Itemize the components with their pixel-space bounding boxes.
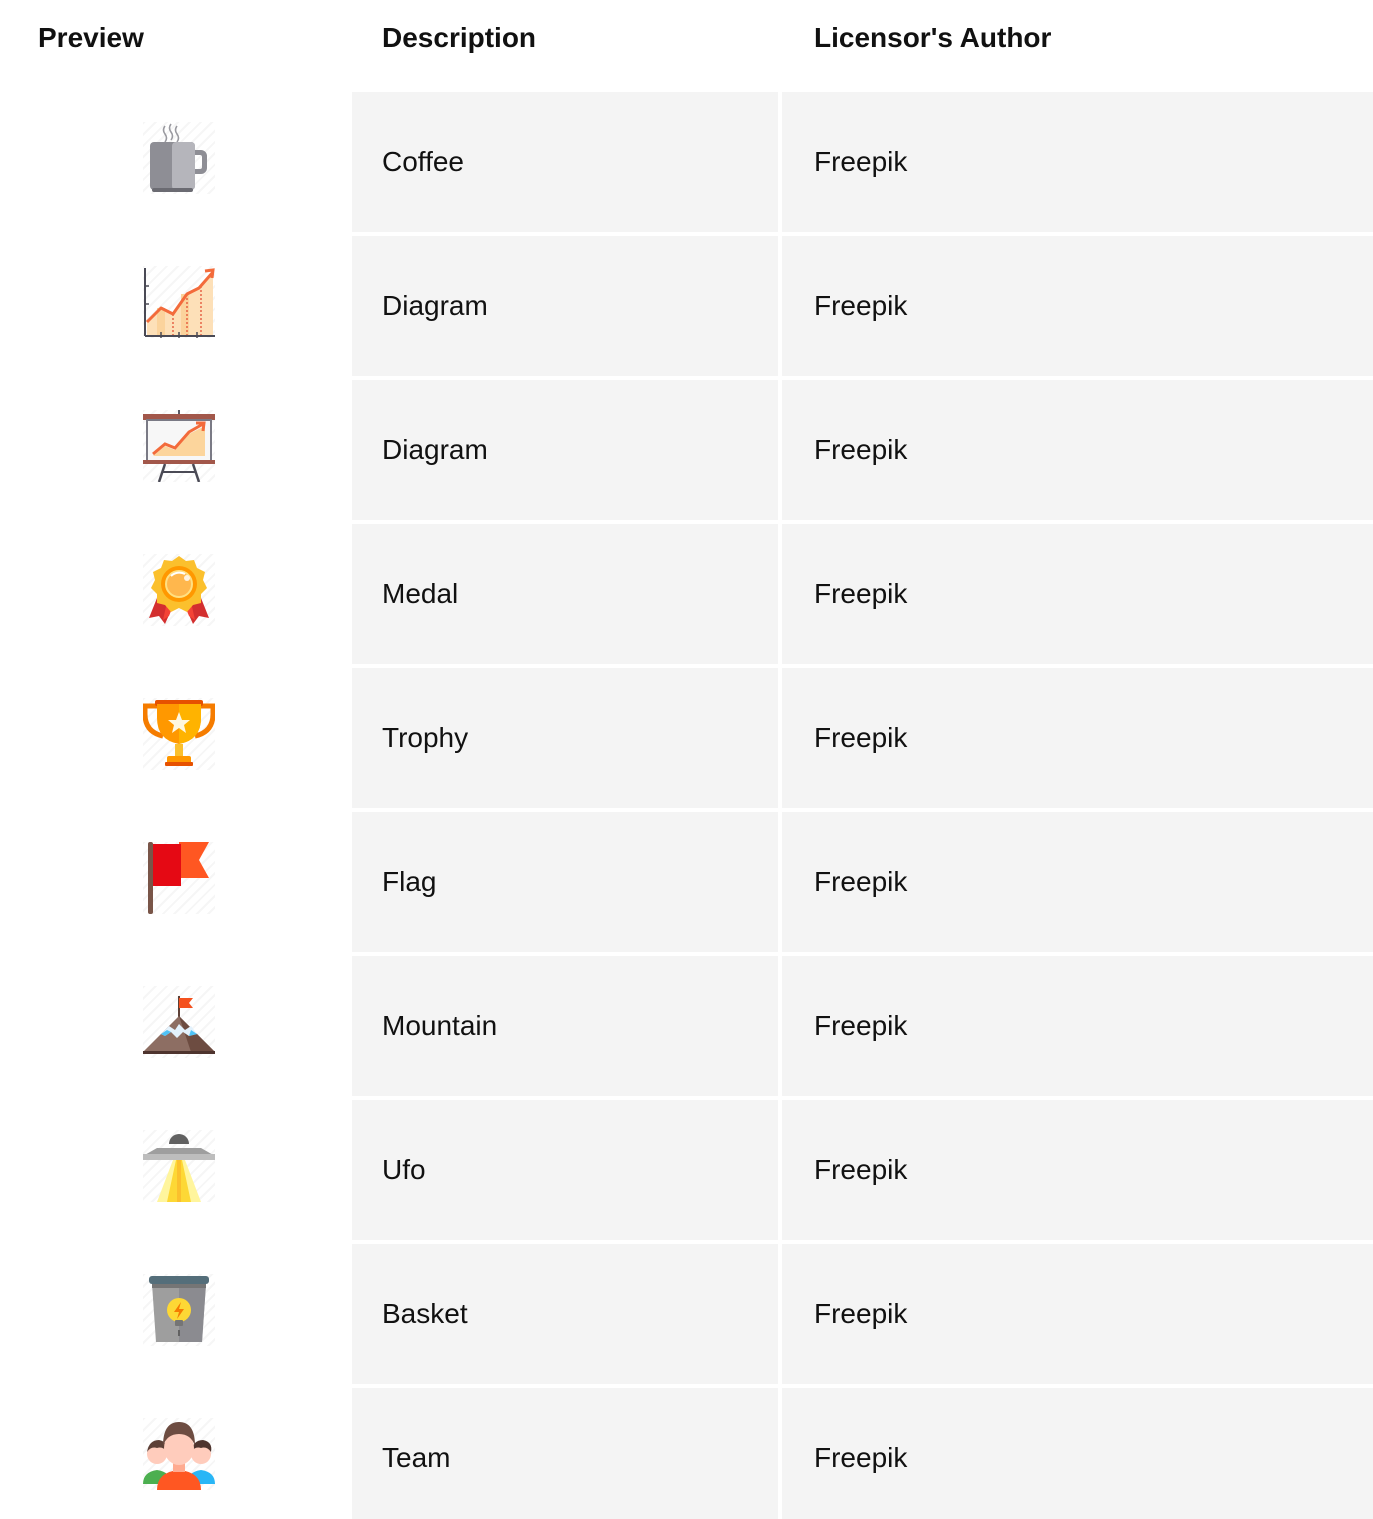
table-header: Preview Description Licensor's Author <box>0 0 1373 78</box>
author-text: Freepik <box>814 866 908 897</box>
attribution-table: Preview Description Licensor's Author Co… <box>0 0 1373 1519</box>
team-icon <box>143 1418 215 1490</box>
preview-cell <box>0 1244 352 1384</box>
author-text: Freepik <box>814 1442 908 1473</box>
table-row: Trophy Freepik <box>0 668 1373 808</box>
description-cell: Basket <box>352 1244 778 1384</box>
author-text: Freepik <box>814 1010 908 1041</box>
author-text: Freepik <box>814 1298 908 1329</box>
preview-cell <box>0 236 352 376</box>
description-text: Team <box>382 1442 451 1473</box>
basket-icon <box>143 1274 215 1346</box>
description-text: Ufo <box>382 1154 426 1185</box>
description-text: Medal <box>382 578 459 609</box>
description-cell: Mountain <box>352 956 778 1096</box>
author-cell: Freepik <box>782 1100 1373 1240</box>
table-row: Team Freepik <box>0 1388 1373 1519</box>
preview-cell <box>0 1100 352 1240</box>
table-row: Diagram Freepik <box>0 236 1373 376</box>
author-cell: Freepik <box>782 1388 1373 1519</box>
author-cell: Freepik <box>782 92 1373 232</box>
medal-icon <box>143 554 215 626</box>
author-text: Freepik <box>814 290 908 321</box>
header-preview: Preview <box>38 22 144 53</box>
description-cell: Coffee <box>352 92 778 232</box>
table-row: Medal Freepik <box>0 524 1373 664</box>
author-text: Freepik <box>814 578 908 609</box>
table-row: Diagram Freepik <box>0 380 1373 520</box>
description-text: Trophy <box>382 722 469 753</box>
line-chart-icon <box>143 266 215 338</box>
preview-cell <box>0 956 352 1096</box>
preview-cell <box>0 92 352 232</box>
preview-cell <box>0 668 352 808</box>
preview-cell <box>0 1388 352 1519</box>
description-text: Mountain <box>382 1010 498 1041</box>
author-text: Freepik <box>814 434 908 465</box>
author-cell: Freepik <box>782 1244 1373 1384</box>
author-cell: Freepik <box>782 524 1373 664</box>
header-author: Licensor's Author <box>814 22 1052 53</box>
table-row: Coffee Freepik <box>0 92 1373 232</box>
author-cell: Freepik <box>782 236 1373 376</box>
description-text: Basket <box>382 1298 468 1329</box>
table-row: Basket Freepik <box>0 1244 1373 1384</box>
description-cell: Diagram <box>352 380 778 520</box>
description-text: Coffee <box>382 146 464 177</box>
description-cell: Team <box>352 1388 778 1519</box>
coffee-mug-icon <box>143 122 215 194</box>
preview-cell <box>0 524 352 664</box>
preview-cell <box>0 380 352 520</box>
preview-cell <box>0 812 352 952</box>
description-text: Diagram <box>382 290 488 321</box>
table-body: Coffee Freepik Diagram Freepik Diagram F… <box>0 92 1373 1519</box>
flag-icon <box>143 842 215 914</box>
author-text: Freepik <box>814 146 908 177</box>
trophy-icon <box>143 698 215 770</box>
description-text: Diagram <box>382 434 488 465</box>
description-cell: Ufo <box>352 1100 778 1240</box>
author-text: Freepik <box>814 1154 908 1185</box>
table-row: Mountain Freepik <box>0 956 1373 1096</box>
description-text: Flag <box>382 866 437 897</box>
description-cell: Medal <box>352 524 778 664</box>
author-text: Freepik <box>814 722 908 753</box>
author-cell: Freepik <box>782 668 1373 808</box>
description-cell: Diagram <box>352 236 778 376</box>
author-cell: Freepik <box>782 812 1373 952</box>
mountain-icon <box>143 986 215 1058</box>
author-cell: Freepik <box>782 956 1373 1096</box>
description-cell: Flag <box>352 812 778 952</box>
table-row: Ufo Freepik <box>0 1100 1373 1240</box>
table-row: Flag Freepik <box>0 812 1373 952</box>
description-cell: Trophy <box>352 668 778 808</box>
author-cell: Freepik <box>782 380 1373 520</box>
ufo-icon <box>143 1130 215 1202</box>
presentation-board-icon <box>143 410 215 482</box>
header-description: Description <box>382 22 537 53</box>
